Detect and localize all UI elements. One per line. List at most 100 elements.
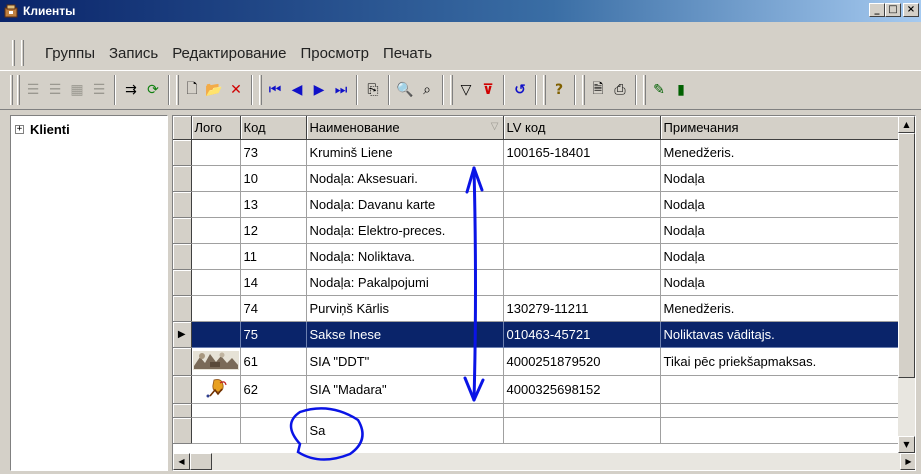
toolbar-grip[interactable] xyxy=(643,75,646,105)
name-cell[interactable]: Purviņš Kārlis xyxy=(306,295,504,322)
notes-cell[interactable] xyxy=(660,375,901,404)
code-cell[interactable]: 14 xyxy=(240,269,307,296)
name-cell[interactable] xyxy=(306,403,504,418)
minimize-button[interactable]: _ xyxy=(869,3,885,17)
column-header-name[interactable]: Наименование ▽ xyxy=(306,116,504,140)
lv-code-cell[interactable]: 130279-11211 xyxy=(503,295,661,322)
scroll-down-button[interactable]: ▼ xyxy=(898,436,915,453)
expand-icon[interactable]: + xyxy=(15,125,24,134)
logo-cell[interactable] xyxy=(191,347,241,376)
notes-cell[interactable]: Nodaļa xyxy=(660,217,901,244)
scroll-up-button[interactable]: ▲ xyxy=(898,116,915,133)
logo-cell[interactable] xyxy=(191,269,241,296)
close-button[interactable]: × xyxy=(903,3,919,17)
notes-cell[interactable] xyxy=(660,403,901,418)
prev-record-icon[interactable]: ◀ xyxy=(286,78,308,102)
lv-code-cell[interactable] xyxy=(503,403,661,418)
table-row[interactable]: 74 Purviņš Kārlis 130279-11211 Menedžeri… xyxy=(173,295,901,322)
notes-cell[interactable]: Menedžeris. xyxy=(660,295,901,322)
row-indicator[interactable] xyxy=(173,347,192,376)
search-row[interactable]: Sa xyxy=(173,417,901,444)
clients-grid[interactable]: Лого Код Наименование ▽ LV код Примечани… xyxy=(172,115,916,471)
help-icon[interactable]: ? xyxy=(548,78,570,102)
toolbar-grip[interactable] xyxy=(543,75,546,105)
menu-print[interactable]: Печать xyxy=(376,45,439,62)
row-indicator[interactable] xyxy=(173,165,192,192)
current-row-indicator[interactable]: ▶ xyxy=(173,321,192,348)
code-cell[interactable]: 74 xyxy=(240,295,307,322)
edit-chart-icon[interactable]: ✎ xyxy=(648,78,670,102)
scroll-left-button[interactable]: ◀ xyxy=(173,453,190,470)
table-row-selected[interactable]: ▶ 75 Sakse Inese 010463-45721 Noliktavas… xyxy=(173,321,901,348)
undo-icon[interactable]: ↺ xyxy=(509,78,531,102)
column-header-notes[interactable]: Примечания xyxy=(660,116,901,140)
preview-icon[interactable]: 🗎 xyxy=(587,78,609,102)
find-next-icon[interactable]: ⌕ xyxy=(416,78,438,102)
row-indicator[interactable] xyxy=(173,269,192,296)
notes-cell[interactable]: Menedžeris. xyxy=(660,139,901,166)
logo-cell[interactable] xyxy=(191,403,241,418)
delete-icon[interactable]: ✕ xyxy=(225,78,247,102)
toolbar-grip[interactable] xyxy=(176,75,179,105)
notes-cell[interactable]: Nodaļa xyxy=(660,191,901,218)
logo-cell[interactable] xyxy=(191,217,241,244)
incremental-search-input[interactable]: Sa xyxy=(306,417,504,444)
lv-code-cell[interactable] xyxy=(503,165,661,192)
list-icon-2[interactable]: ☰ xyxy=(44,78,66,102)
logo-cell[interactable] xyxy=(191,295,241,322)
lv-code-cell[interactable]: 100165-18401 xyxy=(503,139,661,166)
notes-cell[interactable]: Tikai pēc priekšapmaksas. xyxy=(660,347,901,376)
lv-code-cell[interactable]: 4000251879520 xyxy=(503,347,661,376)
lv-code-cell[interactable] xyxy=(503,417,661,444)
row-indicator[interactable] xyxy=(173,417,192,444)
column-header-lv-code[interactable]: LV код xyxy=(503,116,661,140)
logo-cell[interactable] xyxy=(191,139,241,166)
code-cell[interactable] xyxy=(240,417,307,444)
notes-cell[interactable]: Noliktavas vāditajs. xyxy=(660,321,901,348)
row-indicator[interactable] xyxy=(173,403,192,418)
name-cell[interactable]: Sakse Inese xyxy=(306,321,504,348)
logo-cell[interactable] xyxy=(191,321,241,348)
table-row[interactable] xyxy=(173,403,901,418)
next-record-icon[interactable]: ▶ xyxy=(308,78,330,102)
table-row[interactable]: 62 SIA "Madara" 4000325698152 xyxy=(173,375,901,404)
menu-grip[interactable] xyxy=(12,40,15,66)
code-cell[interactable]: 10 xyxy=(240,165,307,192)
name-cell[interactable]: Kruminš Liene xyxy=(306,139,504,166)
export-icon[interactable]: ⇉ xyxy=(120,78,142,102)
lv-code-cell[interactable] xyxy=(503,217,661,244)
name-cell[interactable]: SIA "Madara" xyxy=(306,375,504,404)
lv-code-cell[interactable] xyxy=(503,269,661,296)
title-bar[interactable]: Клиенты _ □ × xyxy=(0,0,921,22)
logo-cell[interactable] xyxy=(191,375,241,404)
code-cell[interactable]: 73 xyxy=(240,139,307,166)
name-cell[interactable]: Nodaļa: Aksesuari. xyxy=(306,165,504,192)
name-cell[interactable]: SIA "DDT" xyxy=(306,347,504,376)
lv-code-cell[interactable] xyxy=(503,191,661,218)
code-cell[interactable]: 11 xyxy=(240,243,307,270)
notes-cell[interactable]: Nodaļa xyxy=(660,269,901,296)
lv-code-cell[interactable]: 4000325698152 xyxy=(503,375,661,404)
toolbar-grip[interactable] xyxy=(582,75,585,105)
menu-record[interactable]: Запись xyxy=(102,45,165,62)
code-cell[interactable]: 61 xyxy=(240,347,307,376)
name-cell[interactable]: Nodaļa: Davanu karte xyxy=(306,191,504,218)
groups-tree[interactable]: + Klienti xyxy=(10,115,168,471)
logo-cell[interactable] xyxy=(191,243,241,270)
toolbar-grip[interactable] xyxy=(259,75,262,105)
row-indicator[interactable] xyxy=(173,139,192,166)
name-cell[interactable]: Nodaļa: Noliktava. xyxy=(306,243,504,270)
toolbar-grip[interactable] xyxy=(10,75,13,105)
row-indicator[interactable] xyxy=(173,243,192,270)
chart-icon[interactable]: ▮ xyxy=(670,78,692,102)
list-icon-1[interactable]: ☰ xyxy=(22,78,44,102)
open-icon[interactable]: 📂 xyxy=(203,78,225,102)
filter-icon[interactable]: ▽ xyxy=(455,78,477,102)
vertical-scrollbar[interactable]: ▲ ▼ xyxy=(898,116,915,453)
table-row[interactable]: 11 Nodaļa: Noliktava. Nodaļa xyxy=(173,243,901,270)
vertical-scroll-thumb[interactable] xyxy=(898,133,915,378)
code-cell[interactable]: 13 xyxy=(240,191,307,218)
find-icon[interactable]: 🔍 xyxy=(394,78,416,102)
code-cell[interactable]: 62 xyxy=(240,375,307,404)
properties-icon[interactable]: ▦ xyxy=(66,78,88,102)
